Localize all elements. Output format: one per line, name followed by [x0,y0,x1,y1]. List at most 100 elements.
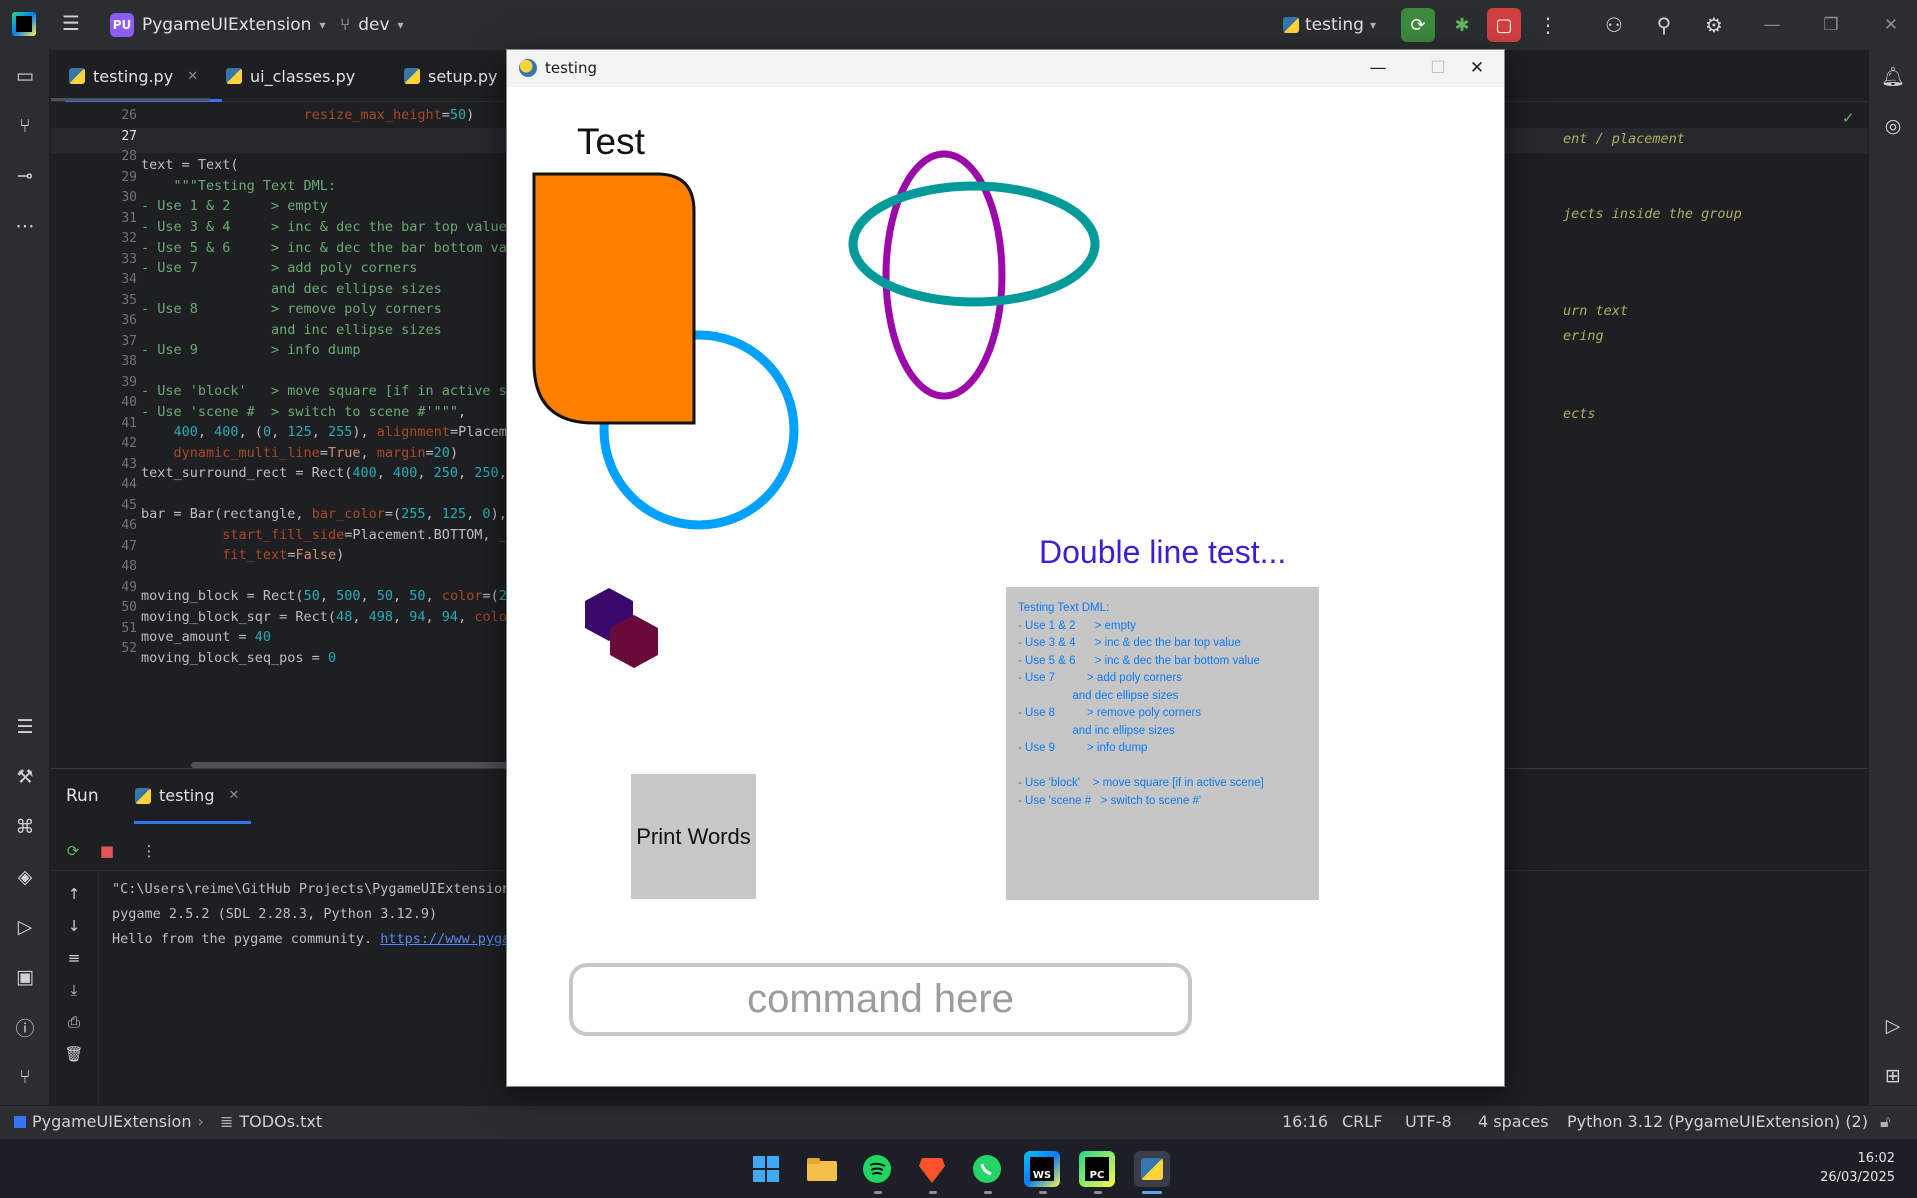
line-number: 30 [121,190,137,205]
code-line: move_amount = 40 [141,629,272,645]
text-box-line: - Use 'scene # > switch to scene #' [1018,794,1202,807]
problems-icon[interactable]: ⓘ [12,1014,38,1040]
stop-icon[interactable]: ■ [97,841,117,861]
run-tab-label: testing [159,786,215,805]
line-number: 44 [121,477,137,492]
stop-button[interactable]: ▢ [1487,8,1521,42]
code-comment: ering [1563,328,1604,344]
lock-icon[interactable]: 🔓︎ [1880,1112,1890,1132]
project-selector[interactable]: PU PygameUIExtension ▾ [110,11,325,39]
tab-setup-py[interactable]: setup.py [404,60,497,92]
scroll-down-icon[interactable]: ↓ [64,916,84,936]
inspection-ok-icon[interactable]: ✓ [1842,109,1855,127]
project-folder-icon[interactable]: ▭ [12,63,38,89]
branch-selector[interactable]: ⑂ dev ▾ [340,11,404,39]
line-number: 39 [121,374,137,390]
tab-label: testing.py [93,66,174,86]
start-windows-icon[interactable] [748,1151,784,1187]
line-number: 38 [121,354,137,369]
ai-assistant-icon[interactable]: ◎ [1880,113,1906,139]
code-line: and inc ellipse sizes [141,322,442,338]
minimize-icon[interactable]: — [1358,55,1398,81]
clock[interactable]: 16:02 26/03/2025 [1820,1149,1895,1187]
spotify-icon[interactable] [859,1151,895,1187]
pygame-canvas[interactable]: Test Double line test... Testing Text DM… [507,87,1504,1086]
close-icon[interactable]: ✕ [1457,55,1497,81]
running-indicator [1094,1191,1102,1194]
webstorm-icon[interactable]: WS [1024,1151,1060,1187]
tab-ui-classes-py[interactable]: ui_classes.py [226,60,355,92]
print-words-button[interactable]: Print Words [631,774,756,899]
close-icon[interactable]: ✕ [228,788,239,803]
close-icon[interactable]: ✕ [1876,12,1906,38]
search-icon[interactable]: ⚲ [1651,12,1677,38]
debug-button[interactable]: ✱ [1445,8,1479,42]
python-console-icon[interactable]: ⌘ [12,814,38,840]
more-actions-icon[interactable]: ⋮ [1535,12,1561,38]
whatsapp-icon[interactable] [969,1151,1005,1187]
pycharm-logo-icon [12,12,36,36]
python-icon [1283,17,1299,33]
restore-icon[interactable]: ❐ [1816,12,1846,38]
pygame-window-icon[interactable] [1134,1151,1170,1187]
maximize-icon[interactable]: ☐ [1418,55,1458,81]
branch-name: dev [358,15,390,35]
chevron-right-icon: › [197,1112,204,1131]
services-icon[interactable]: ▷ [12,914,38,940]
file-explorer-icon[interactable] [804,1151,840,1187]
rerun-icon[interactable]: ⟳ [63,841,83,861]
notifications-icon[interactable]: 🔔︎ [1880,63,1906,89]
tab-testing-py[interactable]: testing.py ✕ [64,60,223,102]
tab-label: ui_classes.py [250,66,356,86]
code-line: - Use 9 > info dump [141,342,361,358]
terminal-icon[interactable]: ▣ [12,964,38,990]
line-ending[interactable]: CRLF [1342,1112,1382,1131]
add-user-icon[interactable]: ⚇ [1601,12,1627,38]
breadcrumb-file[interactable]: ≣ TODOs.txt [220,1112,322,1131]
run-config-name: testing [1305,15,1364,35]
file-encoding[interactable]: UTF-8 [1405,1112,1452,1131]
rerun-button[interactable]: ⟳ [1401,8,1435,42]
git-icon[interactable]: ⑂ [12,1064,38,1090]
code-line: """Testing Text DML: [141,178,337,194]
layers-icon[interactable]: ◈ [12,864,38,890]
build-icon[interactable]: ⚒ [12,764,38,790]
line-number: 37 [121,333,137,349]
pycharm-taskbar-icon[interactable]: PC [1079,1151,1115,1187]
text-box-line: - Use 1 & 2 > empty [1018,619,1136,632]
scroll-up-icon[interactable]: ↑ [64,884,84,904]
interpreter-selector[interactable]: Python 3.12 (PygameUIExtension) (2) [1567,1112,1868,1131]
commit-icon[interactable]: ⊸ [12,163,38,189]
console-link[interactable]: https://www.pyga [380,931,510,947]
indent-setting[interactable]: 4 spaces [1478,1112,1549,1131]
pygame-title-bar[interactable]: testing — ☐ ✕ [507,50,1504,87]
main-menu-icon[interactable]: ☰ [62,13,84,34]
trash-icon[interactable]: 🗑︎ [64,1044,84,1064]
line-number: 31 [121,210,137,226]
cursor-position[interactable]: 16:16 [1282,1112,1328,1131]
brave-browser-icon[interactable] [914,1151,950,1187]
scroll-to-end-icon[interactable]: ⤓ [64,980,84,1000]
run-config-selector[interactable]: testing ▾ [1283,11,1376,39]
print-icon[interactable]: ⎙ [64,1012,84,1032]
breadcrumb-project[interactable]: PygameUIExtension › [14,1112,204,1131]
chevron-down-icon: ▾ [1369,18,1376,32]
text-box-line: - Use 9 > info dump [1018,742,1148,754]
more-options-icon[interactable]: ⋮ [139,841,159,861]
code-line: - Use 3 & 4 > inc & dec the bar top valu… [141,219,507,235]
line-number: 49 [121,579,137,595]
settings-gear-icon[interactable]: ⚙ [1701,12,1727,38]
more-tools-icon[interactable]: ⋯ [12,213,38,239]
minimize-icon[interactable]: — [1757,12,1787,38]
vcs-icon[interactable]: ⑂ [12,113,38,139]
run-tab-testing[interactable]: testing ✕ [135,786,239,805]
run-widget-icon[interactable]: ▷ [1880,1013,1906,1039]
close-icon[interactable]: ✕ [187,69,198,84]
structure-icon[interactable]: ☰ [12,714,38,740]
tab-label: setup.py [428,66,498,86]
line-number: 43 [121,456,137,472]
soft-wrap-icon[interactable]: ≡ [64,948,84,968]
database-icon[interactable]: ⊞ [1880,1063,1906,1089]
code-line: resize_max_height=50) [303,107,475,123]
command-input[interactable]: command here [569,963,1192,1036]
